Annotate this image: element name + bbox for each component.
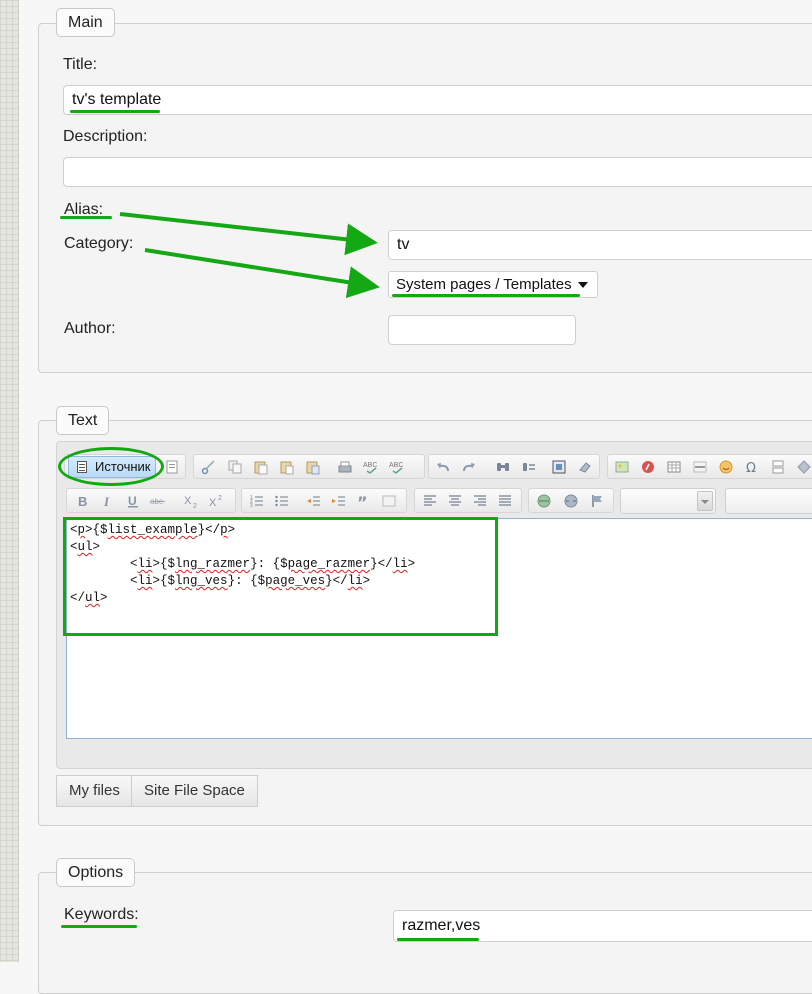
paste-icon[interactable] <box>253 459 269 475</box>
keywords-annotation-underline <box>61 925 137 928</box>
blockquote-icon[interactable]: ” <box>356 493 372 509</box>
image-icon[interactable] <box>614 459 630 475</box>
horizontal-rule-icon[interactable] <box>692 459 708 475</box>
svg-text:3: 3 <box>250 503 253 509</box>
subscript-icon[interactable]: X2 <box>183 493 199 509</box>
font-combo[interactable] <box>725 488 812 514</box>
alias-input[interactable]: tv <box>388 230 812 260</box>
print-icon[interactable] <box>337 459 353 475</box>
special-char-icon[interactable]: Ω <box>744 459 760 475</box>
replace-icon[interactable] <box>521 459 537 475</box>
title-input[interactable]: tv's template <box>63 85 812 115</box>
strike-icon[interactable]: abc <box>150 493 166 509</box>
format-combo[interactable] <box>620 488 716 514</box>
toolbar-group-history <box>428 454 600 479</box>
author-label: Author: <box>64 320 116 337</box>
svg-text:X: X <box>209 497 217 509</box>
title-annotation-underline <box>70 110 160 113</box>
italic-icon[interactable]: I <box>100 493 116 509</box>
description-label: Description: <box>63 128 148 145</box>
div-icon[interactable] <box>381 493 397 509</box>
iframe-icon[interactable] <box>796 459 812 475</box>
keywords-label: Keywords: <box>64 906 139 923</box>
outdent-icon[interactable] <box>306 493 322 509</box>
svg-text:2: 2 <box>193 503 197 509</box>
keywords-value-annotation-underline <box>397 938 479 941</box>
table-icon[interactable] <box>666 459 682 475</box>
paste-word-icon[interactable] <box>305 459 321 475</box>
undo-icon[interactable] <box>435 459 451 475</box>
tab-site-file-space[interactable]: Site File Space <box>131 775 258 807</box>
numbered-list-icon[interactable]: 123 <box>249 493 265 509</box>
indent-icon[interactable] <box>331 493 347 509</box>
justify-icon[interactable] <box>497 493 513 509</box>
find-icon[interactable] <box>495 459 511 475</box>
page-break-icon[interactable] <box>770 459 786 475</box>
cut-icon[interactable] <box>201 459 217 475</box>
anchor-icon[interactable] <box>590 493 606 509</box>
title-input-value: tv's template <box>72 91 162 108</box>
align-left-icon[interactable] <box>422 493 438 509</box>
svg-text:”: ” <box>357 493 368 509</box>
description-input[interactable] <box>63 157 812 187</box>
main-legend: Main <box>56 8 115 37</box>
svg-text:B: B <box>78 494 87 509</box>
source-annotation-circle <box>58 447 164 486</box>
spellcheck-icon[interactable]: ABC <box>363 459 379 475</box>
select-all-icon[interactable] <box>551 459 567 475</box>
svg-text:U: U <box>128 494 137 508</box>
align-right-icon[interactable] <box>472 493 488 509</box>
text-legend: Text <box>56 406 110 435</box>
tab-my-files[interactable]: My files <box>56 775 133 807</box>
remove-format-icon[interactable] <box>577 459 593 475</box>
page-side-strip <box>0 0 19 962</box>
svg-text:X: X <box>184 495 192 507</box>
category-label: Category: <box>64 235 134 252</box>
superscript-icon[interactable]: X2 <box>208 493 224 509</box>
smiley-icon[interactable] <box>718 459 734 475</box>
code-annotation-box <box>63 517 498 636</box>
svg-text:I: I <box>103 494 110 509</box>
flash-icon[interactable] <box>640 459 656 475</box>
format-combo-chevron-icon <box>697 491 713 511</box>
underline-icon[interactable]: U <box>125 493 141 509</box>
options-legend: Options <box>56 858 136 887</box>
align-center-icon[interactable] <box>447 493 463 509</box>
alias-input-value: tv <box>397 236 410 253</box>
redo-icon[interactable] <box>461 459 477 475</box>
svg-text:2: 2 <box>218 495 222 502</box>
chevron-down-icon <box>578 282 588 288</box>
category-selected-value: System pages / Templates <box>396 276 572 293</box>
paste-text-icon[interactable] <box>279 459 295 475</box>
bulleted-list-icon[interactable] <box>274 493 290 509</box>
scayt-icon[interactable]: ABC <box>389 459 405 475</box>
link-icon[interactable] <box>536 493 552 509</box>
keywords-input-value: razmer,ves <box>402 917 481 934</box>
svg-text:Ω: Ω <box>746 461 756 475</box>
alias-annotation-underline <box>60 216 112 219</box>
bold-icon[interactable]: B <box>75 493 91 509</box>
unlink-icon[interactable] <box>563 493 579 509</box>
category-annotation-underline <box>392 294 580 297</box>
author-input[interactable] <box>388 315 576 345</box>
copy-icon[interactable] <box>227 459 243 475</box>
title-label: Title: <box>63 56 98 73</box>
templates-icon[interactable] <box>164 459 180 475</box>
